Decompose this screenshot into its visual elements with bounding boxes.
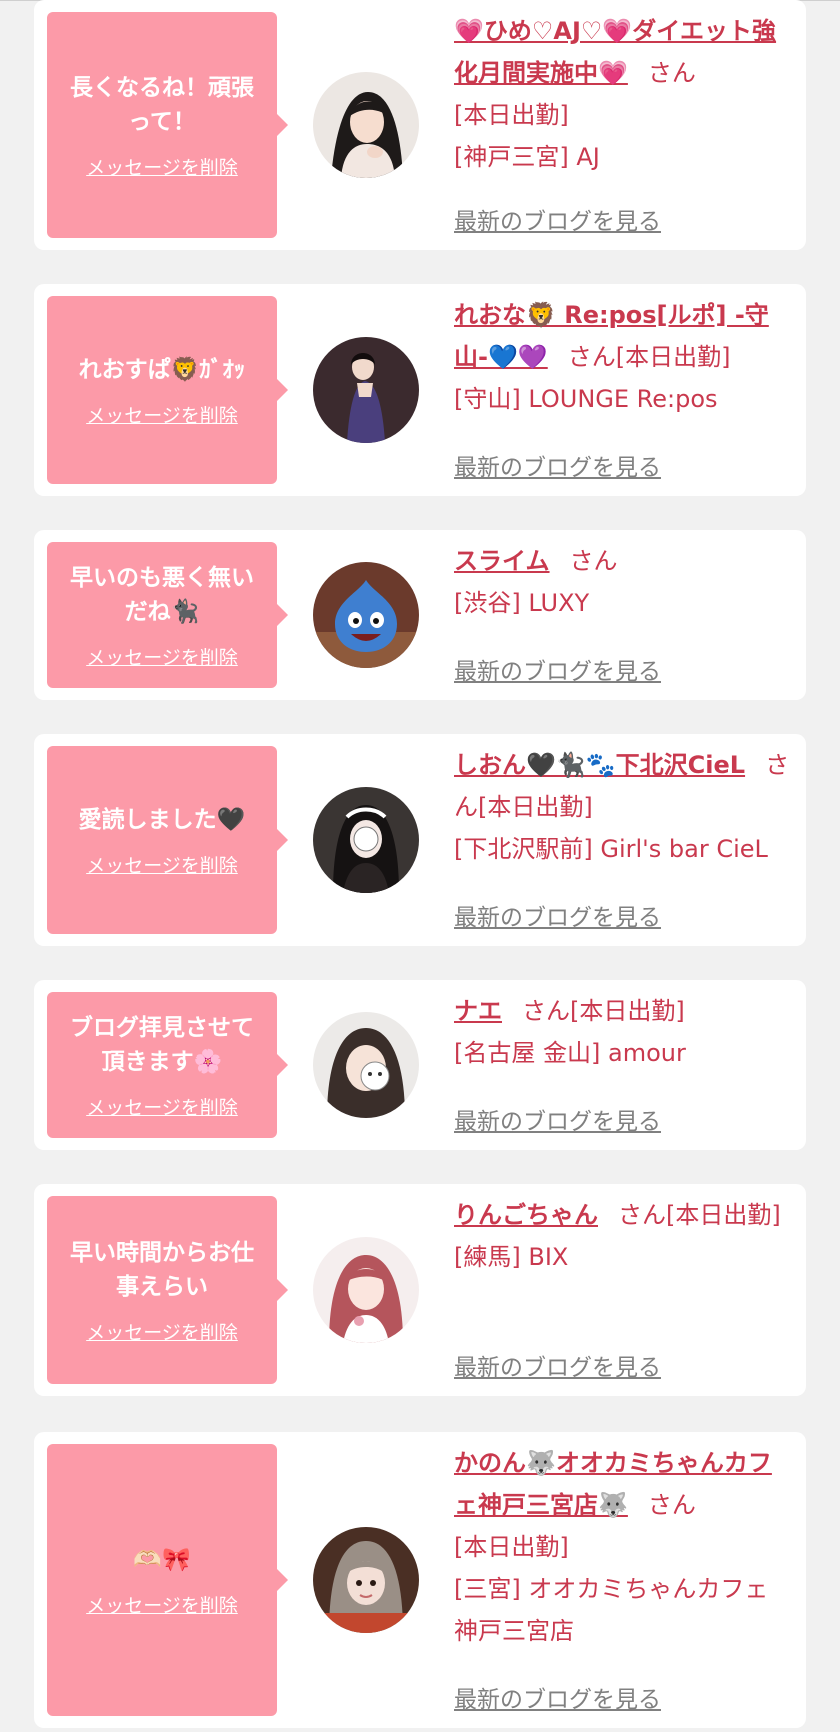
message-bubble: 早い時間からお仕事えらい メッセージを削除 (47, 1196, 288, 1384)
san-label: さん (647, 59, 696, 87)
cast-info: 💗ひめ♡AJ♡💗ダイエット強化月間実施中💗 さん [本日出勤] [神戸三宮] AJ (454, 10, 792, 178)
latest-blog-link[interactable]: 最新のブログを見る (454, 202, 661, 236)
message-text: ブログ拝見させて頂きます🌸 (70, 1014, 254, 1075)
latest-blog-link[interactable]: 最新のブログを見る (454, 898, 661, 932)
cast-name-link[interactable]: 💗ひめ♡AJ♡💗ダイエット強化月間実施中💗 (454, 17, 776, 87)
status-text: [本日出勤] (666, 1201, 781, 1229)
shop-location: [神戸三宮] AJ (454, 143, 600, 171)
cast-info: しおん🖤🐈‍⬛🐾下北沢CieL さん[本日出勤] [下北沢駅前] Girl's b… (454, 744, 792, 870)
status-text: [本日出勤] (570, 997, 685, 1025)
cast-avatar[interactable] (313, 337, 419, 443)
message-bubble: れおすぱ🦁ｶﾞｵｯ メッセージを削除 (47, 296, 288, 484)
san-label: さん (522, 997, 570, 1025)
shop-location: [守山] LOUNGE Re:pos (454, 385, 718, 413)
message-card: 🫶🏻🎀 メッセージを削除 かのん🐺オオカミちゃんカフェ神戸三宮店🐺 さん [本日出… (34, 1432, 806, 1728)
cast-avatar[interactable] (313, 1012, 419, 1118)
message-text: 愛読しました🖤 (78, 806, 246, 833)
latest-blog-link[interactable]: 最新のブログを見る (454, 1680, 661, 1714)
message-bubble: 早いのも悪く無いだね🐈‍⬛ メッセージを削除 (47, 542, 288, 688)
shop-location: [名古屋 金山] amour (454, 1039, 686, 1067)
message-bubble: 長くなるね！頑張って！ メッセージを削除 (47, 12, 288, 238)
message-text: 早い時間からお仕事えらい (70, 1239, 254, 1300)
message-text: 🫶🏻🎀 (133, 1546, 191, 1573)
cast-info: りんごちゃん さん[本日出勤] [練馬] BIX (454, 1194, 792, 1278)
message-bubble: 🫶🏻🎀 メッセージを削除 (47, 1444, 288, 1716)
status-text: [本日出勤] (478, 793, 593, 821)
cast-avatar[interactable] (313, 787, 419, 893)
cast-name-link[interactable]: スライム (454, 547, 550, 575)
status-text: [本日出勤] (454, 1533, 569, 1561)
delete-message-link[interactable]: メッセージを削除 (86, 1318, 238, 1345)
san-label: さん (567, 343, 616, 371)
delete-message-link[interactable]: メッセージを削除 (86, 851, 238, 878)
shop-location: [下北沢駅前] Girl's bar CieL (454, 835, 768, 863)
delete-message-link[interactable]: メッセージを削除 (86, 153, 238, 180)
cast-info: ナエ さん[本日出勤] [名古屋 金山] amour (454, 990, 792, 1074)
message-card: 早い時間からお仕事えらい メッセージを削除 りんごちゃん さん[本日出勤] [練馬… (34, 1184, 806, 1396)
message-card: 長くなるね！頑張って！ メッセージを削除 💗ひめ♡AJ♡💗ダイエット強化月間実施… (34, 0, 806, 250)
cast-avatar[interactable] (313, 562, 419, 668)
cast-name-link[interactable]: かのん🐺オオカミちゃんカフェ神戸三宮店🐺 (454, 1449, 772, 1519)
san-label: さん (647, 1491, 696, 1519)
message-card: ブログ拝見させて頂きます🌸 メッセージを削除 ナエ さん[本日出勤] [名古屋 金… (34, 980, 806, 1150)
cast-avatar[interactable] (313, 1527, 419, 1633)
message-text: れおすぱ🦁ｶﾞｵｯ (78, 356, 246, 383)
message-card: 早いのも悪く無いだね🐈‍⬛ メッセージを削除 スライム さん [渋谷] LUXY … (34, 530, 806, 700)
san-label: さん (569, 547, 618, 575)
cast-info: スライム さん [渋谷] LUXY (454, 540, 792, 624)
latest-blog-link[interactable]: 最新のブログを見る (454, 652, 661, 686)
latest-blog-link[interactable]: 最新のブログを見る (454, 1102, 661, 1136)
delete-message-link[interactable]: メッセージを削除 (86, 643, 238, 670)
delete-message-link[interactable]: メッセージを削除 (86, 1591, 238, 1618)
delete-message-link[interactable]: メッセージを削除 (86, 1093, 238, 1120)
shop-location: [練馬] BIX (454, 1243, 569, 1271)
latest-blog-link[interactable]: 最新のブログを見る (454, 448, 661, 482)
message-bubble: 愛読しました🖤 メッセージを削除 (47, 746, 288, 934)
cast-name-link[interactable]: しおん🖤🐈‍⬛🐾下北沢CieL (454, 751, 745, 779)
latest-blog-link[interactable]: 最新のブログを見る (454, 1348, 661, 1382)
status-text: [本日出勤] (454, 101, 569, 129)
shop-location: [渋谷] LUXY (454, 589, 590, 617)
cast-avatar[interactable] (313, 1237, 419, 1343)
message-card: れおすぱ🦁ｶﾞｵｯ メッセージを削除 れおな🦁 Re:pos[ルポ] -守山-💙… (34, 284, 806, 496)
delete-message-link[interactable]: メッセージを削除 (86, 401, 238, 428)
cast-name-link[interactable]: ナエ (454, 997, 502, 1025)
cast-info: かのん🐺オオカミちゃんカフェ神戸三宮店🐺 さん [本日出勤] [三宮] オオカミち… (454, 1442, 792, 1652)
shop-location: [三宮] オオカミちゃんカフェ神戸三宮店 (454, 1575, 769, 1645)
message-text: 早いのも悪く無いだね🐈‍⬛ (70, 564, 254, 625)
cast-avatar[interactable] (313, 72, 419, 178)
message-text: 長くなるね！頑張って！ (70, 74, 254, 135)
message-card: 愛読しました🖤 メッセージを削除 しおん🖤🐈‍⬛🐾下北沢CieL さん[本日出勤]… (34, 734, 806, 946)
cast-info: れおな🦁 Re:pos[ルポ] -守山-💙💜 さん[本日出勤] [守山] LOUN… (454, 294, 792, 420)
message-bubble: ブログ拝見させて頂きます🌸 メッセージを削除 (47, 992, 288, 1138)
status-text: [本日出勤] (615, 343, 731, 371)
cast-name-link[interactable]: りんごちゃん (454, 1201, 598, 1229)
san-label: さん (618, 1201, 666, 1229)
